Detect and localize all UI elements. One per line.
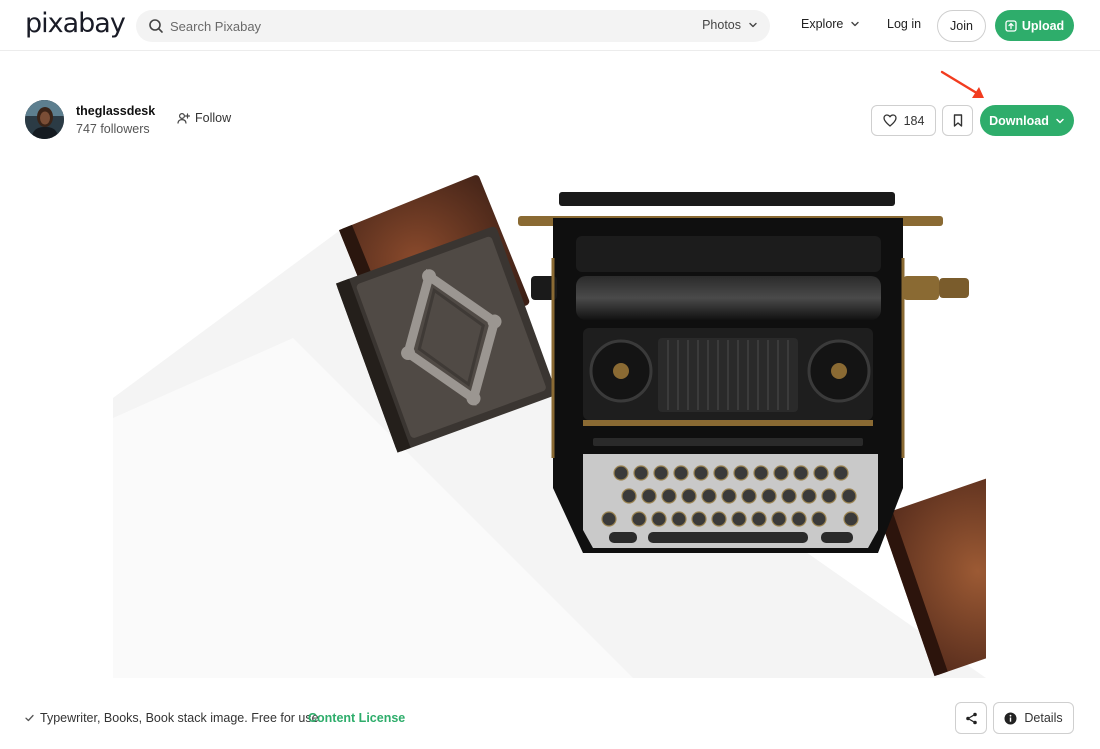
chevron-down-icon <box>851 21 860 27</box>
details-button[interactable]: Details <box>993 702 1074 734</box>
like-count: 184 <box>903 113 925 128</box>
info-icon <box>1004 712 1017 724</box>
follow-label: Follow <box>195 111 232 125</box>
download-label: Download <box>989 113 1049 128</box>
media-type-dropdown[interactable]: Photos <box>702 18 758 32</box>
follow-button[interactable]: Follow <box>177 111 231 125</box>
pixabay-logo[interactable]: pixabay <box>25 8 126 39</box>
details-label: Details <box>1024 711 1063 725</box>
share-icon <box>965 712 977 724</box>
share-button[interactable] <box>955 702 987 734</box>
check-icon <box>25 714 34 722</box>
download-button[interactable]: Download <box>980 105 1074 136</box>
upload-label: Upload <box>1021 18 1065 33</box>
bookmark-icon <box>953 114 962 127</box>
like-button[interactable]: 184 <box>871 105 936 136</box>
chevron-down-icon <box>749 22 757 28</box>
explore-label: Explore <box>801 17 844 31</box>
media-type-label: Photos <box>702 18 741 32</box>
upload-icon <box>1005 19 1017 32</box>
image-description: Typewriter, Books, Book stack image. Fre… <box>25 711 319 725</box>
top-navigation-bar: pixabay Photos Explore Log in Join Uploa… <box>0 0 1100 51</box>
chevron-down-icon <box>1056 118 1064 123</box>
search-bar[interactable]: Photos <box>136 10 770 42</box>
typewriter-books-illustration <box>113 175 986 678</box>
bookmark-button[interactable] <box>942 105 973 136</box>
add-user-icon <box>177 112 190 124</box>
content-license-link[interactable]: Content License <box>308 711 405 725</box>
description-text: Typewriter, Books, Book stack image. Fre… <box>40 711 319 725</box>
search-icon <box>149 19 163 33</box>
follower-count: 747 followers <box>76 122 150 136</box>
user-avatar-image <box>25 100 64 139</box>
login-link[interactable]: Log in <box>887 17 921 31</box>
avatar[interactable] <box>25 100 64 139</box>
join-button[interactable]: Join <box>937 10 986 42</box>
author-name[interactable]: theglassdesk <box>76 104 155 118</box>
heart-icon <box>882 114 897 127</box>
annotation-arrow-icon <box>940 70 984 98</box>
main-photo[interactable] <box>113 158 986 682</box>
search-input[interactable] <box>170 10 610 42</box>
upload-button[interactable]: Upload <box>995 10 1074 41</box>
explore-menu[interactable]: Explore <box>801 17 860 31</box>
